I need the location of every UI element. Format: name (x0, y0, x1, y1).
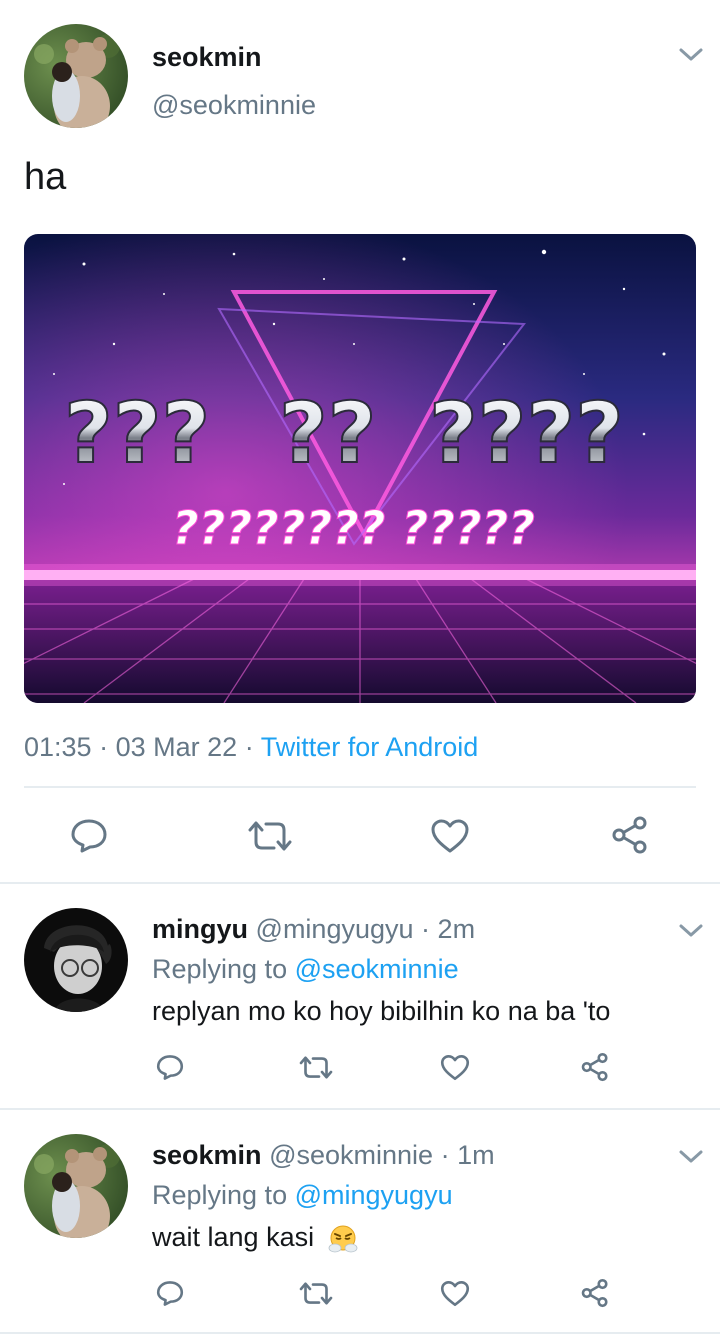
tweet-time: 01:35 (24, 732, 92, 762)
display-name[interactable]: mingyu (152, 914, 248, 944)
divider (24, 786, 696, 788)
tweet-text: ha (24, 156, 67, 198)
divider (0, 1332, 720, 1334)
share-icon[interactable] (580, 1052, 610, 1082)
handle[interactable]: @seokminnie (269, 1140, 433, 1170)
like-icon[interactable] (440, 1280, 470, 1307)
reply-header: seokmin @seokminnie · 1m (152, 1140, 495, 1171)
meta-separator: · (421, 914, 431, 944)
image-text-word-1: ??? (64, 384, 210, 482)
tweet-age: 2m (437, 914, 476, 944)
display-name[interactable]: seokmin (152, 1140, 262, 1170)
replying-to-label: Replying to (152, 954, 288, 984)
reply-icon[interactable] (70, 818, 108, 854)
avatar[interactable] (24, 1134, 128, 1238)
tweet-source-link[interactable]: Twitter for Android (261, 732, 479, 762)
retweet-icon[interactable] (298, 1280, 334, 1307)
retweet-icon[interactable] (246, 818, 294, 854)
meta-separator: · (99, 732, 109, 762)
replying-to-label: Replying to (152, 1180, 288, 1210)
steam-from-nose-emoji-icon (328, 1224, 358, 1254)
handle[interactable]: @seokminnie (152, 90, 316, 121)
avatar[interactable] (24, 908, 128, 1012)
tweet-meta: 01:35 · 03 Mar 22 · Twitter for Android (24, 732, 478, 763)
replying-to: Replying to @mingyugyu (152, 1180, 453, 1211)
divider (0, 1108, 720, 1110)
image-text-word-3: ???? (429, 384, 624, 482)
like-icon[interactable] (430, 818, 470, 854)
chevron-down-icon[interactable] (678, 1148, 704, 1166)
image-text-line-2: ???????? ????? (172, 501, 535, 555)
reply-icon[interactable] (156, 1280, 184, 1307)
reply-header: mingyu @mingyugyu · 2m (152, 914, 475, 945)
tweet-age: 1m (457, 1140, 495, 1170)
image-text-word-2: ?? (279, 384, 376, 482)
chevron-down-icon[interactable] (678, 922, 704, 940)
chevron-down-icon[interactable] (678, 46, 704, 64)
handle[interactable]: @mingyugyu (256, 914, 414, 944)
avatar[interactable] (24, 24, 128, 128)
reply-text: replyan mo ko hoy bibilhin ko na ba 'to (152, 996, 611, 1026)
retweet-icon[interactable] (298, 1054, 334, 1081)
tweet-image[interactable]: ??? ?? ???? ???????? ????? (24, 234, 696, 703)
reply-text: wait lang kasi (152, 1222, 315, 1252)
replying-to-handle[interactable]: @mingyugyu (295, 1180, 453, 1210)
like-icon[interactable] (440, 1054, 470, 1081)
share-icon[interactable] (580, 1278, 610, 1308)
tweet-date: 03 Mar 22 (115, 732, 238, 762)
meta-separator: · (244, 732, 254, 762)
reply-icon[interactable] (156, 1054, 184, 1081)
replying-to-handle[interactable]: @seokminnie (295, 954, 459, 984)
display-name[interactable]: seokmin (152, 42, 262, 73)
divider (0, 882, 720, 884)
replying-to: Replying to @seokminnie (152, 954, 459, 985)
share-icon[interactable] (610, 815, 650, 855)
meta-separator: · (440, 1140, 450, 1170)
reply-text-row: wait lang kasi (152, 1222, 358, 1254)
